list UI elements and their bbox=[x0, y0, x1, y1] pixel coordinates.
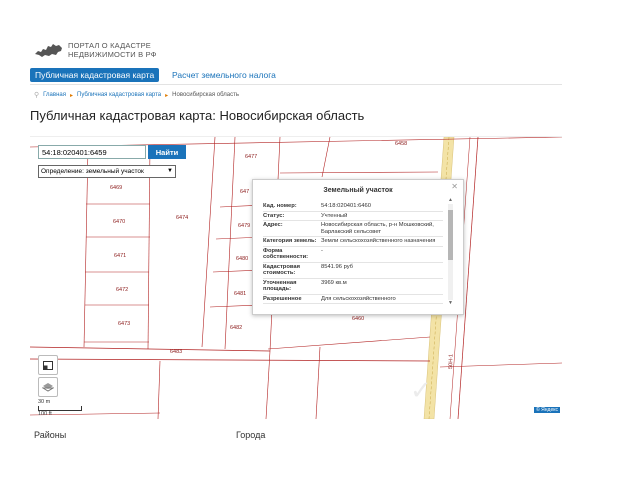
parcel-label-6470: 6470 bbox=[113, 219, 125, 225]
row-key: Категория земель: bbox=[263, 236, 321, 247]
parcel-label-6479: 6479 bbox=[238, 223, 250, 229]
popup-title: Земельный участок bbox=[323, 187, 393, 194]
parcel-label-6473: 6473 bbox=[118, 321, 130, 327]
chevron-down-icon: ▼ bbox=[167, 168, 173, 174]
breadcrumb-current: Новосибирская область bbox=[172, 92, 239, 98]
table-row: Статус: Учтенный bbox=[263, 211, 443, 221]
parcel-label-6474: 6474 bbox=[176, 215, 188, 221]
regions-heading: Районы bbox=[34, 430, 67, 440]
table-row: Форма собственности: - bbox=[263, 246, 443, 263]
logo-line-1: ПОРТАЛ О КАДАСТРЕ bbox=[68, 41, 152, 50]
fullscreen-button[interactable] bbox=[38, 355, 58, 375]
popup-scrollbar[interactable] bbox=[448, 204, 453, 300]
layers-button[interactable] bbox=[38, 377, 58, 397]
tab-public-cadastral-map[interactable]: Публичная кадастровая карта bbox=[30, 68, 160, 82]
parcel-info-table: Кад. номер: 54:18:020401:6460 Статус: Учте… bbox=[263, 202, 443, 304]
fullscreen-icon bbox=[43, 360, 53, 370]
row-key: Статус: bbox=[263, 211, 321, 221]
parcel-label-6469: 6469 bbox=[110, 185, 122, 191]
parcel-label-6458: 6458 bbox=[395, 141, 407, 147]
parcel-label-6471: 6471 bbox=[114, 253, 126, 259]
russia-map-logo-icon bbox=[35, 44, 62, 57]
parcel-label-6480: 6480 bbox=[236, 256, 248, 262]
cities-heading: Города bbox=[236, 430, 266, 440]
site-header[interactable]: ПОРТАЛ О КАДАСТРЕ НЕДВИЖИМОСТИ В РФ bbox=[34, 38, 157, 62]
scale-feet: 100 ft bbox=[38, 411, 52, 417]
definition-select[interactable]: Определение: земельный участок ▼ bbox=[38, 165, 176, 178]
breadcrumb-map[interactable]: Публичная кадастровая карта bbox=[77, 92, 161, 98]
row-key: Кад. номер: bbox=[263, 202, 321, 212]
row-key: Уточненная площадь: bbox=[263, 278, 321, 295]
cadastral-search: Найти bbox=[38, 145, 186, 159]
definition-select-value: Определение: земельный участок bbox=[41, 168, 144, 175]
road-label: 50Н-1 bbox=[448, 354, 455, 369]
cadastral-map[interactable]: ✓ 6458 6477 6469 647 6470 6474 6479 6471… bbox=[30, 136, 562, 419]
logo-line-2: НЕДВИЖИМОСТИ В РФ bbox=[68, 50, 157, 59]
parcel-label-6483: 6483 bbox=[170, 349, 182, 355]
row-value: 3969 кв.м bbox=[321, 278, 443, 295]
table-row: Разрешенное Для сельскохозяйственного bbox=[263, 294, 443, 304]
row-value: Новосибирская область, р-н Мошковский, Б… bbox=[321, 220, 443, 237]
map-scale: 30 m 100 ft bbox=[38, 399, 82, 417]
table-row: Категория земель: Земли сельскохозяйствен… bbox=[263, 236, 443, 247]
scale-meters: 30 m bbox=[38, 399, 51, 405]
parcel-label-6477: 6477 bbox=[245, 154, 257, 160]
page-title: Публичная кадастровая карта: Новосибирск… bbox=[30, 108, 365, 123]
breadcrumb-home[interactable]: Главная bbox=[43, 92, 66, 98]
row-value: - bbox=[321, 246, 443, 263]
cadastral-number-input[interactable] bbox=[38, 145, 146, 159]
scrollbar-thumb[interactable] bbox=[448, 210, 453, 260]
row-key: Форма собственности: bbox=[263, 246, 321, 263]
scroll-down-icon[interactable]: ▼ bbox=[448, 300, 453, 306]
table-row: Кадастровая стоимость: 8541.96 руб bbox=[263, 262, 443, 279]
parcel-label-6460: 6460 bbox=[352, 316, 364, 322]
layers-icon bbox=[42, 383, 54, 392]
row-key: Разрешенное bbox=[263, 294, 321, 304]
find-button[interactable]: Найти bbox=[148, 145, 186, 159]
breadcrumb-separator-icon: ▸ bbox=[69, 92, 73, 99]
row-value: 54:18:020401:6460 bbox=[321, 202, 443, 212]
table-row: Кад. номер: 54:18:020401:6460 bbox=[263, 202, 443, 212]
table-row: Уточненная площадь: 3969 кв.м bbox=[263, 278, 443, 295]
parcel-info-popup: ✕ Земельный участок Кад. номер: 54:18:020… bbox=[252, 179, 464, 315]
parcel-label-6481: 6481 bbox=[234, 291, 246, 297]
row-value: Земли сельскохозяйственного назначения bbox=[321, 236, 443, 247]
row-value: 8541.96 руб bbox=[321, 262, 443, 279]
row-value: Для сельскохозяйственного bbox=[321, 294, 443, 304]
row-value: Учтенный bbox=[321, 211, 443, 221]
location-pin-icon: ⚲ bbox=[34, 92, 40, 99]
site-logo-text: ПОРТАЛ О КАДАСТРЕ НЕДВИЖИМОСТИ В РФ bbox=[68, 41, 157, 59]
parcel-label-6472: 6472 bbox=[116, 287, 128, 293]
scroll-up-icon[interactable]: ▲ bbox=[448, 197, 453, 203]
row-key: Адрес: bbox=[263, 220, 321, 237]
main-nav: Публичная кадастровая карта Расчет земел… bbox=[30, 68, 562, 85]
svg-text:✓: ✓ bbox=[410, 375, 432, 405]
breadcrumb-separator-icon: ▸ bbox=[165, 92, 169, 99]
tab-land-tax-calc[interactable]: Расчет земельного налога bbox=[167, 68, 281, 82]
parcel-label-647: 647 bbox=[240, 189, 249, 195]
table-row: Адрес: Новосибирская область, р-н Мошковс… bbox=[263, 220, 443, 237]
breadcrumb: ⚲ Главная ▸ Публичная кадастровая карта … bbox=[34, 91, 239, 99]
row-key: Кадастровая стоимость: bbox=[263, 262, 321, 279]
parcel-label-6482: 6482 bbox=[230, 325, 242, 331]
map-attribution[interactable]: © Яндекс bbox=[534, 407, 560, 413]
